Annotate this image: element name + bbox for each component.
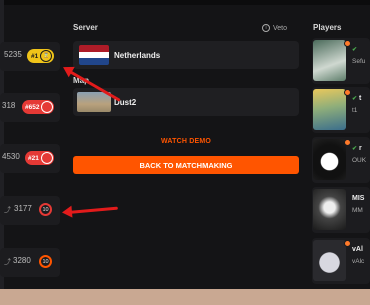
player-card[interactable]: ✔ r OUK	[312, 137, 370, 183]
veto-info[interactable]: i Veto	[262, 24, 287, 32]
avatar	[313, 189, 346, 230]
server-heading: Server	[73, 23, 98, 32]
player-stat-card[interactable]: ⤴ 3177 10	[0, 196, 60, 225]
elo-value: 4530	[2, 152, 20, 161]
rank-badge: #21	[25, 151, 54, 165]
level-ring-icon: 10	[39, 203, 52, 216]
annotation-arrow	[67, 206, 118, 214]
desktop-strip	[0, 289, 370, 305]
avatar	[313, 240, 346, 281]
player-subname: OUK	[352, 157, 367, 164]
info-icon: i	[262, 24, 270, 32]
player-stat-card[interactable]: ⤴ 3280 10	[0, 248, 60, 277]
rank-badge: #1 ⌛	[27, 49, 54, 63]
level-icon	[41, 101, 54, 113]
watch-demo-link[interactable]: WATCH DEMO	[73, 138, 299, 145]
trend-icon: ⤴	[4, 207, 11, 214]
status-dot-icon	[344, 139, 351, 146]
elo-value: 3280	[13, 256, 31, 265]
player-name: ✔ t	[352, 95, 362, 102]
player-card[interactable]: ✔ t t1	[312, 87, 370, 133]
player-card[interactable]: MIS MM	[312, 187, 370, 233]
status-dot-icon	[344, 240, 351, 247]
player-card[interactable]: ✔ Sefu	[312, 38, 370, 84]
level-ring-icon: 10	[39, 255, 52, 268]
player-stat-card[interactable]: 5235 #1 ⌛	[0, 42, 60, 71]
level-icon: ⌛	[40, 50, 53, 62]
check-icon: ✔	[352, 47, 358, 53]
player-subname: vAlc	[352, 258, 365, 265]
top-bar	[0, 0, 370, 5]
players-heading: Players	[313, 23, 342, 32]
avatar	[313, 139, 346, 180]
avatar	[313, 40, 346, 81]
check-icon: ✔	[352, 96, 358, 102]
trend-icon: ⤴	[4, 259, 11, 266]
elo-value: 5235	[4, 50, 22, 59]
player-stat-card[interactable]: 318 #652	[0, 93, 60, 122]
back-to-matchmaking-button[interactable]: BACK TO MATCHMAKING	[73, 156, 299, 174]
check-icon: ✔	[352, 146, 358, 152]
player-subname: MM	[352, 207, 363, 214]
player-subname: Sefu	[352, 58, 366, 65]
player-stat-card[interactable]: 4530 #21	[0, 144, 60, 173]
server-row: Netherlands	[73, 41, 299, 69]
avatar	[313, 89, 346, 130]
rank-badge: #652	[22, 100, 54, 114]
status-dot-icon	[344, 89, 351, 96]
player-name: vAl	[352, 246, 363, 253]
player-name: ✔ r	[352, 145, 362, 152]
server-name: Netherlands	[114, 51, 161, 60]
netherlands-flag-icon	[79, 45, 109, 65]
elo-value: 3177	[14, 204, 32, 213]
level-icon	[40, 152, 53, 164]
player-name: MIS	[352, 195, 365, 202]
player-name: ✔	[352, 46, 359, 53]
player-subname: t1	[352, 107, 358, 114]
status-dot-icon	[344, 40, 351, 47]
map-thumbnail	[77, 92, 111, 112]
player-card[interactable]: vAl vAlc	[312, 238, 370, 284]
elo-value: 318	[2, 101, 16, 110]
